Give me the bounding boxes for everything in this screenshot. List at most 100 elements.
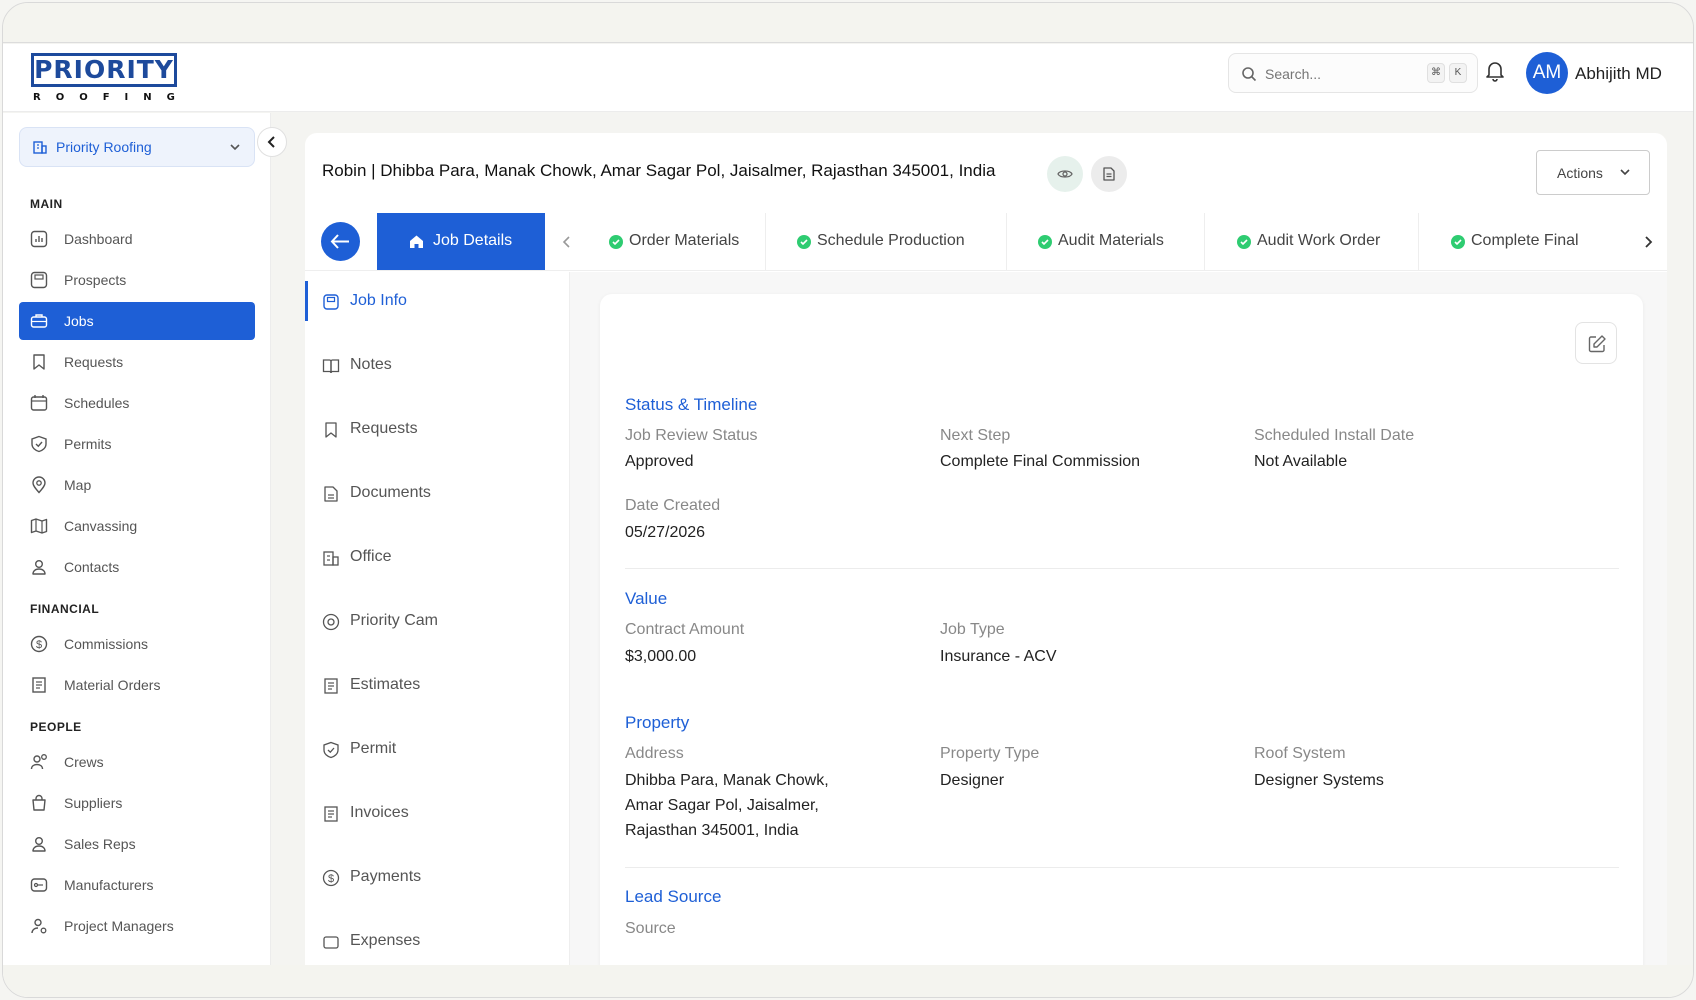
check-circle-icon [1237,235,1251,249]
sidebar-item-label: Canvassing [64,518,138,534]
step-audit-materials[interactable]: Audit Materials [1007,213,1205,270]
search-input[interactable] [1265,63,1415,85]
submenu-priority-cam[interactable]: Priority Cam [305,601,570,641]
chevron-down-icon [230,144,240,151]
sidebar-item-map[interactable]: Map [19,466,255,504]
submenu-requests[interactable]: Requests [305,409,570,449]
sidebar-item-schedules[interactable]: Schedules [19,384,255,422]
sidebar-item-commissions[interactable]: $ Commissions [19,625,255,663]
document-icon [324,486,338,502]
value-next-step: Complete Final Commission [940,453,1141,470]
sidebar-item-requests[interactable]: Requests [19,343,255,381]
user-name[interactable]: Abhijith MD [1575,64,1662,84]
wallet-icon [323,936,339,949]
tab-job-details[interactable]: Job Details [377,213,545,270]
folded-map-icon [30,518,48,534]
label-address: Address [625,745,684,762]
sidebar-item-permits[interactable]: Permits [19,425,255,463]
submenu-job-info[interactable]: Job Info [305,281,570,321]
org-selector[interactable]: Priority Roofing [19,127,255,167]
shield-check-icon [31,435,47,453]
submenu-invoices[interactable]: Invoices [305,793,570,833]
svg-text:$: $ [36,639,42,651]
job-submenu: Job Info Notes Requests Documents Office… [305,272,570,997]
submenu-label: Documents [350,484,431,501]
submenu-estimates[interactable]: Estimates [305,665,570,705]
sidebar-item-jobs[interactable]: Jobs [19,302,255,340]
home-icon [410,235,423,248]
browser-bottom-strip [3,965,1693,997]
document-button[interactable] [1091,156,1127,192]
submenu-label: Estimates [350,676,421,693]
label-property-type: Property Type [940,745,1040,762]
user-icon [32,837,46,852]
value-scheduled-install-date: Not Available [1254,453,1348,470]
sidebar-item-suppliers[interactable]: Suppliers [19,784,255,822]
step-label: Schedule Production [817,232,965,249]
submenu-permit[interactable]: Permit [305,729,570,769]
book-icon [322,359,340,374]
job-info-content: Status & Timeline Job Review Status Appr… [570,272,1667,997]
sidebar-item-dashboard[interactable]: Dashboard [19,220,255,258]
step-schedule-production[interactable]: Schedule Production [766,213,1007,270]
sidebar-item-label: Permits [64,436,112,452]
section-financial: FINANCIAL [30,602,100,616]
check-circle-icon [609,235,623,249]
kbd-cmd-key: ⌘ [1427,63,1445,83]
submenu-label: Job Info [350,292,407,309]
chevron-right-icon[interactable] [1643,235,1653,249]
sidebar-item-project-managers[interactable]: Project Managers [19,907,255,945]
org-name: Priority Roofing [56,139,152,155]
submenu-notes[interactable]: Notes [305,345,570,385]
shopping-bag-icon [32,794,46,811]
priority-roofing-logo[interactable]: PRIORITY ROOFING [31,53,183,105]
back-button[interactable] [321,222,360,261]
submenu-expenses[interactable]: Expenses [305,921,570,961]
divider [625,867,1619,868]
edit-button[interactable] [1575,322,1617,364]
actions-label: Actions [1557,165,1603,181]
submenu-documents[interactable]: Documents [305,473,570,513]
bookmark-icon [33,354,45,370]
sidebar-item-manufacturers[interactable]: Manufacturers [19,866,255,904]
sidebar-item-contacts[interactable]: Contacts [19,548,255,586]
search-box[interactable]: ⌘ K [1228,53,1478,93]
step-complete-final[interactable]: Complete Final [1419,213,1633,270]
view-button[interactable] [1047,156,1083,192]
factory-icon [30,878,48,892]
submenu-label: Payments [350,868,422,885]
file-icon [323,294,339,310]
sidebar-item-material-orders[interactable]: Material Orders [19,666,255,704]
submenu-payments[interactable]: $ Payments [305,857,570,897]
divider [625,568,1619,569]
step-order-materials[interactable]: Order Materials [579,213,766,270]
label-contract-amount: Contract Amount [625,621,745,638]
sidebar-item-sales-reps[interactable]: Sales Reps [19,825,255,863]
sidebar-item-label: Requests [64,354,124,370]
sidebar-item-label: Contacts [64,559,120,575]
sidebar-item-label: Commissions [64,636,149,652]
dollar-circle-icon: $ [30,635,48,653]
sidebar-item-label: Crews [64,754,104,770]
sidebar-item-label: Project Managers [64,918,174,934]
submenu-office[interactable]: Office [305,537,570,577]
sidebar-item-crews[interactable]: Crews [19,743,255,781]
document-icon [1103,167,1115,181]
sidebar-item-label: Dashboard [64,231,133,247]
sidebar-item-label: Schedules [64,395,130,411]
dashboard-icon [30,230,48,248]
sidebar: Priority Roofing MAIN Dashboard Prospect… [3,113,271,997]
prospects-icon [30,271,48,289]
sidebar-item-label: Suppliers [64,795,123,811]
step-audit-work-order[interactable]: Audit Work Order [1205,213,1419,270]
job-panel: Robin | Dhibba Para, Manak Chowk, Amar S… [305,133,1667,997]
check-circle-icon [1451,235,1465,249]
actions-dropdown[interactable]: Actions [1536,150,1650,195]
user-avatar[interactable]: AM [1526,52,1568,94]
label-date-created: Date Created [625,497,721,514]
sidebar-collapse-button[interactable] [257,127,287,157]
chevron-left-icon[interactable] [562,235,572,249]
sidebar-item-prospects[interactable]: Prospects [19,261,255,299]
sidebar-item-canvassing[interactable]: Canvassing [19,507,255,545]
bell-icon[interactable] [1485,60,1505,82]
